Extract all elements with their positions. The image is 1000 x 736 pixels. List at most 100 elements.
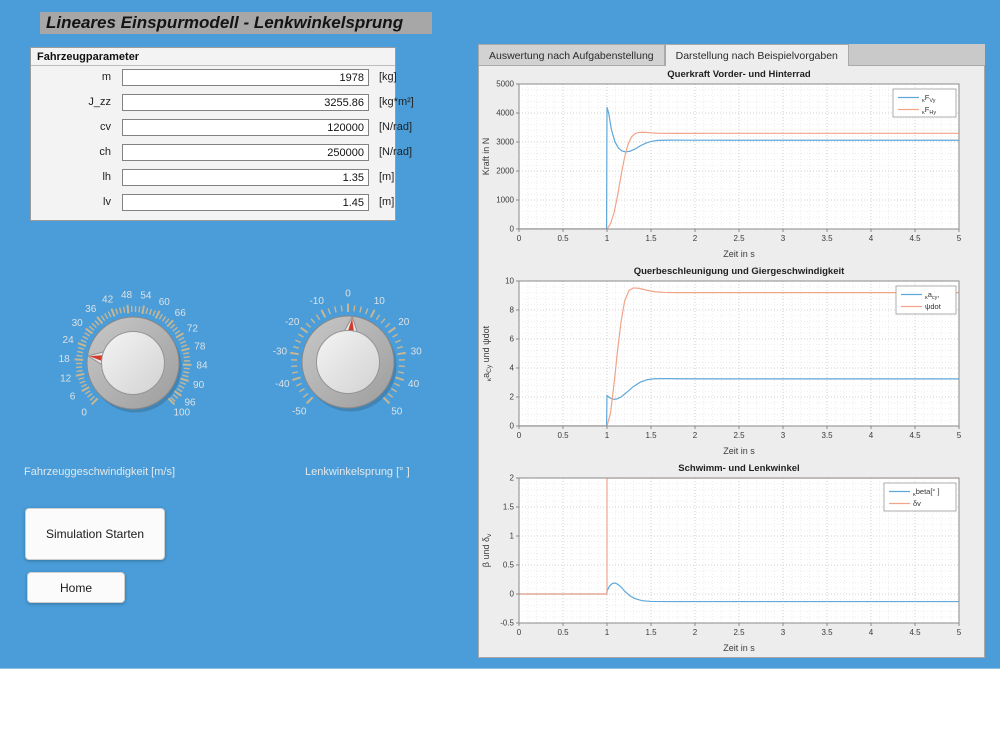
knob-face[interactable] bbox=[102, 332, 165, 395]
param-input-cv[interactable] bbox=[122, 119, 369, 136]
chart-svg: 00.511.522.533.544.550246810Querbeschleu… bbox=[479, 263, 984, 460]
svg-text:1.5: 1.5 bbox=[503, 503, 515, 512]
svg-text:0: 0 bbox=[517, 234, 522, 243]
knob-tick-label: -50 bbox=[292, 406, 307, 417]
knob-tick-label: 30 bbox=[411, 347, 423, 358]
knob-tick-label: 36 bbox=[85, 304, 97, 315]
svg-text:-0.5: -0.5 bbox=[500, 619, 514, 628]
svg-text:2: 2 bbox=[510, 474, 515, 483]
svg-text:2000: 2000 bbox=[496, 167, 514, 176]
param-unit-jzz: [kg*m²] bbox=[379, 96, 414, 108]
panel-title-separator bbox=[31, 65, 395, 66]
chart-svg: 00.511.522.533.544.550100020003000400050… bbox=[479, 66, 984, 263]
knob-tick-label: 18 bbox=[59, 354, 71, 365]
svg-text:4.5: 4.5 bbox=[909, 628, 921, 637]
knob-tick-label: 12 bbox=[60, 374, 72, 385]
knob-tick-label: -40 bbox=[275, 379, 290, 390]
svg-text:5: 5 bbox=[957, 234, 962, 243]
tab-bar-filler bbox=[849, 44, 985, 66]
y-axis-label: Kraft in N bbox=[481, 138, 491, 176]
svg-text:2.5: 2.5 bbox=[733, 628, 745, 637]
param-row-ch: ch [N/rad] bbox=[31, 144, 395, 162]
knob-tick-label: 10 bbox=[374, 296, 386, 307]
svg-text:3: 3 bbox=[781, 234, 786, 243]
param-row-cv: cv [N/rad] bbox=[31, 119, 395, 137]
svg-text:0.5: 0.5 bbox=[557, 628, 569, 637]
legend-label-psidot: ψdot bbox=[925, 302, 942, 311]
svg-text:4: 4 bbox=[510, 364, 515, 373]
param-input-lh[interactable] bbox=[122, 169, 369, 186]
knob-tick-label: 78 bbox=[194, 341, 206, 352]
svg-text:2: 2 bbox=[693, 234, 698, 243]
svg-text:4.5: 4.5 bbox=[909, 431, 921, 440]
svg-text:0.5: 0.5 bbox=[557, 234, 569, 243]
tab-content: 00.511.522.533.544.550100020003000400050… bbox=[478, 66, 985, 658]
param-label-ch: ch bbox=[31, 146, 111, 158]
knob-vehicle-speed-caption: Fahrzeuggeschwindigkeit [m/s] bbox=[24, 466, 175, 478]
param-input-lv[interactable] bbox=[122, 194, 369, 211]
chart-querbeschleunigung-giergeschwindigkeit: 00.511.522.533.544.550246810Querbeschleu… bbox=[479, 263, 984, 460]
svg-text:1000: 1000 bbox=[496, 196, 514, 205]
param-input-m[interactable] bbox=[122, 69, 369, 86]
simulation-start-button[interactable]: Simulation Starten bbox=[25, 508, 165, 560]
vehicle-parameters-panel: Fahrzeugparameter m [kg] J_zz [kg*m²] cv… bbox=[30, 47, 396, 221]
knob-tick-label: -20 bbox=[285, 317, 300, 328]
knob-face[interactable] bbox=[317, 331, 380, 394]
param-label-m: m bbox=[31, 71, 111, 83]
svg-text:5: 5 bbox=[957, 628, 962, 637]
svg-text:5000: 5000 bbox=[496, 80, 514, 89]
knob-svg[interactable]: -50-40-30-20-1001020304050 bbox=[263, 277, 433, 447]
svg-text:3.5: 3.5 bbox=[821, 431, 833, 440]
svg-text:6: 6 bbox=[510, 335, 515, 344]
param-input-ch[interactable] bbox=[122, 144, 369, 161]
knob-tick-label: 66 bbox=[175, 308, 187, 319]
tab-darstellung-nach-beispielvorgaben[interactable]: Darstellung nach Beispielvorgaben bbox=[665, 44, 849, 66]
svg-text:2.5: 2.5 bbox=[733, 234, 745, 243]
param-unit-lh: [m] bbox=[379, 171, 394, 183]
knob-tick-label: 90 bbox=[193, 380, 205, 391]
param-label-jzz: J_zz bbox=[31, 96, 111, 108]
tab-auswertung-nach-aufgabenstellung[interactable]: Auswertung nach Aufgabenstellung bbox=[478, 44, 665, 66]
knob-vehicle-speed[interactable]: 06121824303642485460667278849096100 bbox=[48, 278, 218, 448]
svg-text:8: 8 bbox=[510, 306, 515, 315]
results-tab-panel: Auswertung nach Aufgabenstellung Darstel… bbox=[478, 44, 985, 658]
param-row-lh: lh [m] bbox=[31, 169, 395, 187]
param-input-jzz[interactable] bbox=[122, 94, 369, 111]
param-row-m: m [kg] bbox=[31, 69, 395, 87]
svg-text:4: 4 bbox=[869, 234, 874, 243]
svg-text:0: 0 bbox=[517, 431, 522, 440]
svg-text:4: 4 bbox=[869, 628, 874, 637]
x-axis-label: Zeit in s bbox=[723, 446, 755, 456]
knob-tick-label: 6 bbox=[70, 392, 76, 403]
svg-text:1: 1 bbox=[605, 431, 610, 440]
knob-tick-label: 20 bbox=[398, 317, 410, 328]
knob-tick-label: 100 bbox=[173, 407, 190, 418]
svg-text:0: 0 bbox=[510, 225, 515, 234]
svg-text:4: 4 bbox=[869, 431, 874, 440]
svg-text:0.5: 0.5 bbox=[503, 561, 515, 570]
param-label-lh: lh bbox=[31, 171, 111, 183]
knob-tick-label: 42 bbox=[102, 294, 114, 305]
svg-text:10: 10 bbox=[505, 277, 514, 286]
svg-text:0: 0 bbox=[517, 628, 522, 637]
param-label-lv: lv bbox=[31, 196, 111, 208]
tab-bar: Auswertung nach Aufgabenstellung Darstel… bbox=[478, 44, 985, 66]
svg-text:3.5: 3.5 bbox=[821, 234, 833, 243]
app-window: Lineares Einspurmodell - Lenkwinkelsprun… bbox=[0, 0, 1000, 736]
knob-steering-step[interactable]: -50-40-30-20-1001020304050 bbox=[263, 277, 433, 447]
legend-label-delta_v: δv bbox=[913, 499, 921, 508]
svg-text:1: 1 bbox=[605, 234, 610, 243]
param-unit-lv: [m] bbox=[379, 196, 394, 208]
knob-tick-label: 40 bbox=[408, 379, 420, 390]
home-button[interactable]: Home bbox=[27, 572, 125, 603]
x-axis-label: Zeit in s bbox=[723, 643, 755, 653]
knob-svg[interactable]: 06121824303642485460667278849096100 bbox=[48, 278, 218, 448]
knob-tick-label: 84 bbox=[196, 361, 208, 372]
svg-text:0: 0 bbox=[510, 422, 515, 431]
knob-tick-label: 54 bbox=[140, 291, 152, 302]
svg-text:3: 3 bbox=[781, 628, 786, 637]
chart-title: Schwimm- und Lenkwinkel bbox=[678, 463, 799, 474]
app-title: Lineares Einspurmodell - Lenkwinkelsprun… bbox=[40, 12, 432, 34]
knob-tick-label: 30 bbox=[72, 318, 84, 329]
chart-svg: 00.511.522.533.544.55-0.500.511.52Schwim… bbox=[479, 460, 984, 657]
